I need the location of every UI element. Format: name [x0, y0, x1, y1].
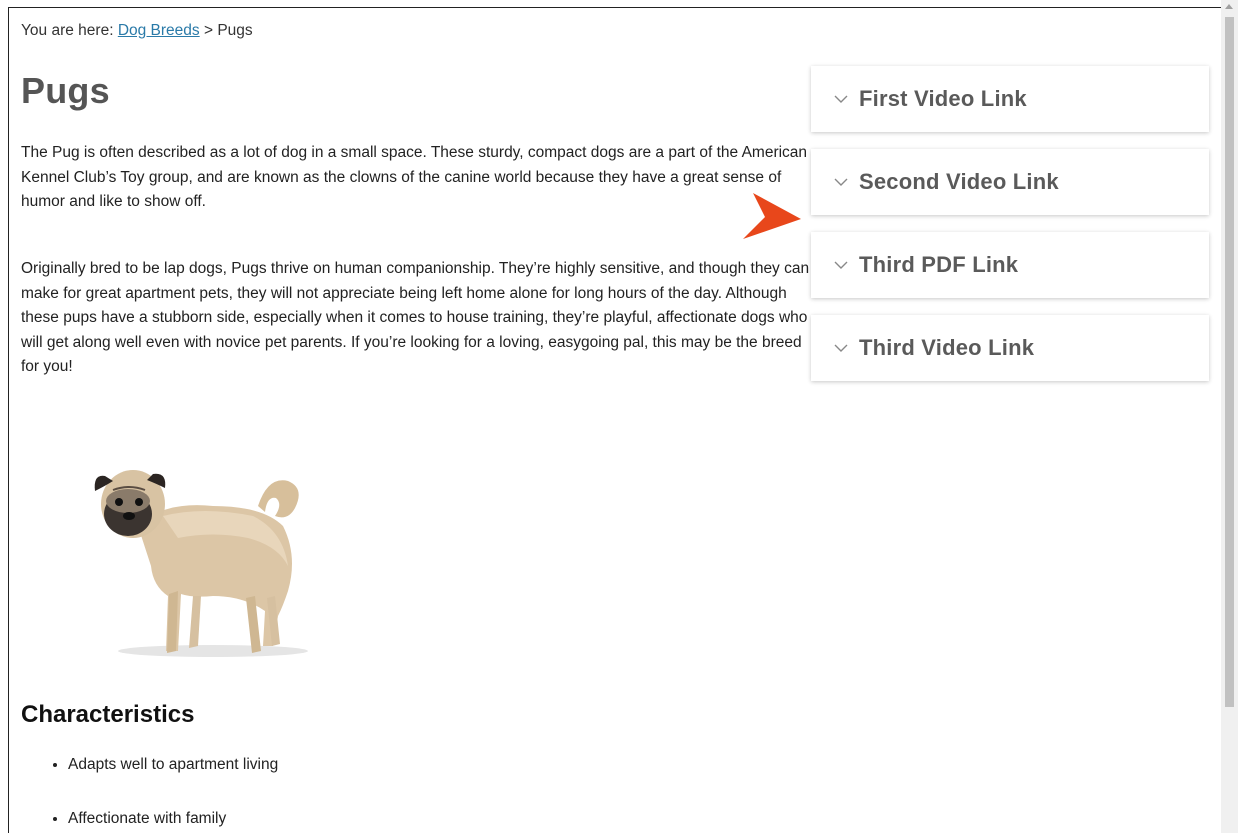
list-item: Adapts well to apartment living [68, 754, 278, 808]
accordion-item-second-video[interactable]: Second Video Link [811, 149, 1209, 215]
accordion-label: Second Video Link [859, 169, 1059, 194]
chevron-down-icon [834, 344, 848, 352]
characteristics-list: Adapts well to apartment living Affectio… [21, 754, 278, 833]
accordion-label: Third PDF Link [859, 252, 1019, 277]
scroll-up-icon[interactable] [1225, 4, 1233, 9]
characteristics-heading: Characteristics [21, 701, 195, 728]
chevron-down-icon [834, 95, 848, 103]
arrow-pointer-icon [743, 193, 801, 239]
vertical-scrollbar[interactable] [1221, 0, 1238, 833]
breadcrumb: You are here: Dog Breeds > Pugs [21, 22, 253, 40]
page-frame: You are here: Dog Breeds > Pugs Pugs The… [8, 7, 1237, 833]
description-paragraph: Originally bred to be lap dogs, Pugs thr… [21, 260, 810, 375]
accordion: First Video Link Second Video Link Third… [811, 66, 1209, 398]
accordion-item-first-video[interactable]: First Video Link [811, 66, 1209, 132]
scrollbar-thumb[interactable] [1225, 17, 1234, 707]
breadcrumb-separator: > [199, 22, 218, 39]
pug-image [94, 470, 308, 657]
accordion-label: First Video Link [859, 86, 1027, 111]
breadcrumb-link-dog-breeds[interactable]: Dog Breeds [118, 22, 200, 39]
page-title: Pugs [21, 70, 110, 111]
chevron-down-icon [834, 261, 848, 269]
breadcrumb-prefix: You are here: [21, 22, 118, 39]
accordion-label: Third Video Link [859, 335, 1035, 360]
accordion-item-third-pdf[interactable]: Third PDF Link [811, 232, 1209, 298]
list-item: Affectionate with family [68, 808, 278, 833]
chevron-down-icon [834, 178, 848, 186]
breadcrumb-current: Pugs [217, 22, 253, 39]
intro-paragraph: The Pug is often described as a lot of d… [21, 144, 808, 210]
accordion-item-third-video[interactable]: Third Video Link [811, 315, 1209, 381]
